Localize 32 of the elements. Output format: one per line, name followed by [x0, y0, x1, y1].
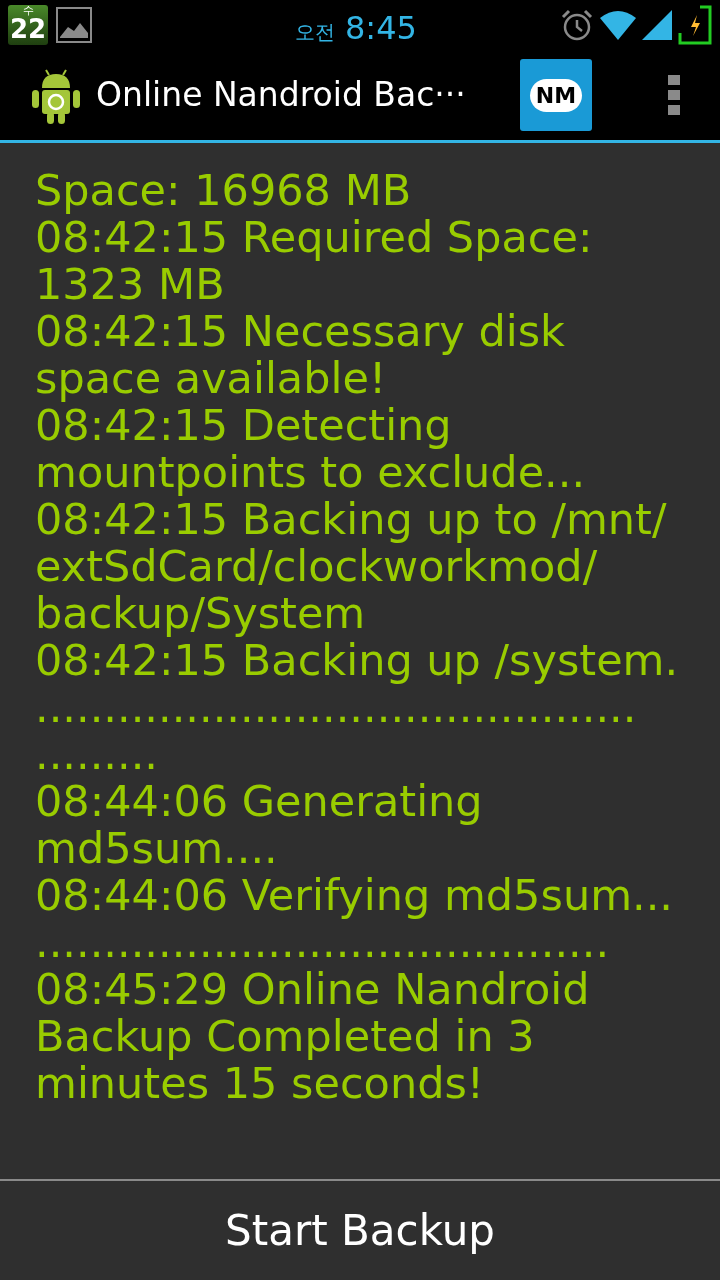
signal-icon: [642, 10, 672, 40]
log-line: Space: 16968 MB: [35, 167, 412, 214]
log-line: space available!: [35, 355, 387, 402]
log-line: 08:44:06 Verifying md5sum...: [35, 872, 674, 919]
battery-charging-icon: [678, 5, 712, 45]
alarm-icon: [560, 8, 594, 42]
calendar-day: 22: [9, 16, 47, 42]
overflow-menu-icon[interactable]: [668, 75, 680, 115]
clock-time: 8:45: [345, 8, 417, 49]
log-line: 08:42:15 Backing up to /mnt/: [35, 496, 667, 543]
log-line: ............................................: [35, 684, 637, 731]
log-line: extSdCard/clockworkmod/: [35, 543, 598, 590]
app-logo-button[interactable]: NM: [520, 59, 592, 131]
log-line: 1323 MB: [35, 261, 225, 308]
calendar-weekday: 수: [22, 5, 34, 16]
log-line: 08:42:15 Required Space:: [35, 214, 593, 261]
log-line: 08:42:15 Necessary disk: [35, 308, 565, 355]
log-line: 08:44:06 Generating: [35, 778, 483, 825]
log-line: mountpoints to exclude...: [35, 449, 586, 496]
app-title: Online Nandroid Bac···: [96, 74, 466, 117]
log-line: 08:42:15 Detecting: [35, 402, 452, 449]
log-line: ..........................................: [35, 919, 610, 966]
image-icon: [56, 7, 92, 43]
log-line: backup/System: [35, 590, 366, 637]
log-line: .........: [35, 731, 159, 778]
log-line: minutes 15 seconds!: [35, 1060, 485, 1107]
log-line: 08:42:15 Backing up /system.: [35, 637, 679, 684]
log-line: md5sum....: [35, 825, 278, 872]
wifi-icon: [600, 10, 636, 40]
log-line: Backup Completed in 3: [35, 1013, 535, 1060]
log-line: 08:45:29 Online Nandroid: [35, 966, 590, 1013]
clock-period: 오전: [295, 19, 335, 46]
